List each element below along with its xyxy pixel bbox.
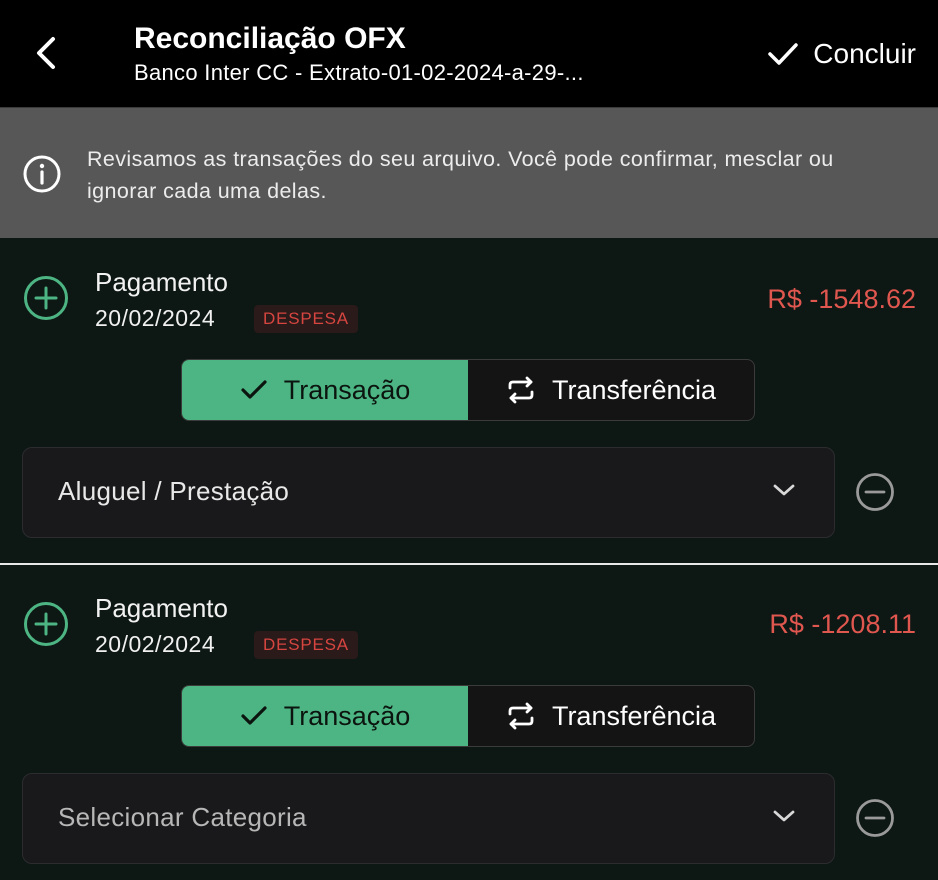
swap-arrows-icon <box>508 376 534 404</box>
segment-transaction-label: Transação <box>283 374 411 405</box>
transaction-name: Pagamento <box>95 267 228 297</box>
chevron-down-icon <box>773 810 795 822</box>
category-select[interactable]: Selecionar Categoria <box>22 773 835 864</box>
segment-transfer-label: Transferência <box>551 700 717 731</box>
type-segmented-control: Transação Transferência <box>181 685 755 747</box>
page-subtitle: Banco Inter CC - Extrato-01-02-2024-a-29… <box>134 60 584 85</box>
segment-transfer[interactable]: Transferência <box>468 686 754 746</box>
expense-badge: DESPESA <box>254 631 358 659</box>
check-icon <box>241 380 267 399</box>
segment-transfer-label: Transferência <box>551 374 717 405</box>
swap-arrows-icon <box>508 702 534 730</box>
segment-transfer[interactable]: Transferência <box>468 360 754 420</box>
chevron-left-icon <box>37 37 55 69</box>
category-select-placeholder: Selecionar Categoria <box>58 802 307 832</box>
category-select[interactable]: Aluguel / Prestação <box>22 447 835 538</box>
chevron-down-icon <box>773 484 795 496</box>
segment-transaction-label: Transação <box>283 700 411 731</box>
done-button[interactable]: Concluir <box>767 32 916 76</box>
check-icon <box>241 706 267 725</box>
page-title: Reconciliação OFX <box>134 22 406 55</box>
transaction-name: Pagamento <box>95 593 228 623</box>
transaction-date: 20/02/2024 <box>95 631 216 657</box>
back-button[interactable] <box>22 26 70 80</box>
info-icon <box>23 155 61 193</box>
info-banner-text: Revisamos as transações do seu arquivo. … <box>87 147 834 203</box>
plus-circle-icon[interactable] <box>22 600 70 648</box>
plus-circle-icon[interactable] <box>22 274 70 322</box>
transaction-amount: R$ -1208.11 <box>769 609 916 639</box>
check-icon <box>768 43 799 65</box>
done-label: Concluir <box>813 38 916 69</box>
category-select-value: Aluguel / Prestação <box>58 476 290 506</box>
type-segmented-control: Transação Transferência <box>181 359 755 421</box>
minus-circle-icon[interactable] <box>855 472 895 512</box>
minus-circle-icon[interactable] <box>855 798 895 838</box>
expense-badge: DESPESA <box>254 305 358 333</box>
segment-transaction[interactable]: Transação <box>182 686 468 746</box>
transaction-amount: R$ -1548.62 <box>767 284 916 314</box>
transaction-date: 20/02/2024 <box>95 305 216 331</box>
segment-transaction[interactable]: Transação <box>182 360 468 420</box>
header: Reconciliação OFX Banco Inter CC - Extra… <box>0 0 938 108</box>
